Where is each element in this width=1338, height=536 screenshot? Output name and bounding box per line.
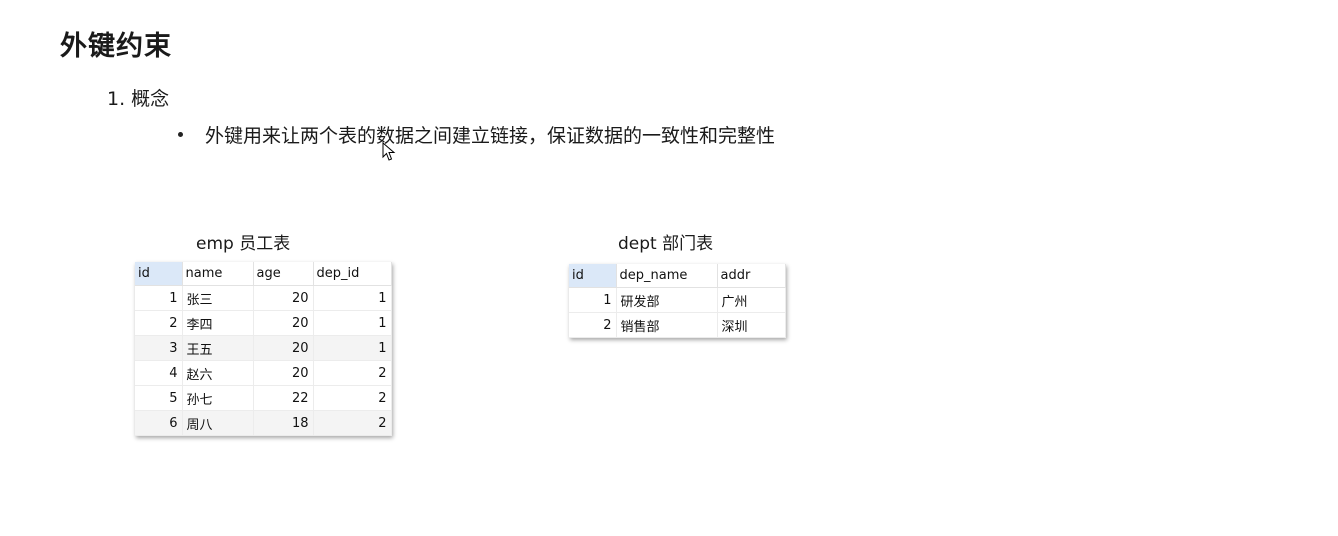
dept-table-header-dep-name: dep_name bbox=[616, 264, 718, 288]
bullet-text: 外键用来让两个表的数据之间建立链接，保证数据的一致性和完整性 bbox=[205, 125, 776, 147]
bullet-item: 外键用来让两个表的数据之间建立链接，保证数据的一致性和完整性 bbox=[178, 121, 775, 148]
emp-table-header-dep-id: dep_id bbox=[313, 262, 392, 286]
table-cell-age: 20 bbox=[253, 335, 314, 361]
bullet-dot-icon bbox=[178, 132, 183, 137]
slide-title: 外键约束 bbox=[60, 31, 172, 62]
emp-table-header-age: age bbox=[253, 262, 314, 286]
table-cell-id: 5 bbox=[135, 385, 183, 411]
table-cell-id: 3 bbox=[135, 335, 183, 361]
table-cell-dep-id: 2 bbox=[313, 385, 392, 411]
emp-table-header-id: id bbox=[135, 262, 183, 286]
table-row: 2 李四 20 1 bbox=[135, 310, 392, 336]
table-cell-dep-name: 研发部 bbox=[616, 287, 718, 313]
table-cell-id: 4 bbox=[135, 360, 183, 386]
table-cell-name: 王五 bbox=[182, 335, 254, 361]
dept-table-header-id: id bbox=[569, 264, 617, 288]
table-row: 6 周八 18 2 bbox=[135, 410, 392, 436]
table-cell-dep-id: 2 bbox=[313, 360, 392, 386]
table-cell-dep-id: 1 bbox=[313, 285, 392, 311]
table-cell-id: 1 bbox=[135, 285, 183, 311]
table-cell-dep-id: 2 bbox=[313, 410, 392, 436]
table-cell-id: 6 bbox=[135, 410, 183, 436]
table-row: 4 赵六 20 2 bbox=[135, 360, 392, 386]
table-cell-age: 20 bbox=[253, 285, 314, 311]
table-cell-name: 周八 bbox=[182, 410, 254, 436]
table-row: 5 孙七 22 2 bbox=[135, 385, 392, 411]
table-row: 1 张三 20 1 bbox=[135, 285, 392, 311]
table-cell-dep-id: 1 bbox=[313, 310, 392, 336]
dept-table-header-addr: addr bbox=[717, 264, 786, 288]
table-cell-age: 18 bbox=[253, 410, 314, 436]
table-cell-age: 22 bbox=[253, 385, 314, 411]
table-cell-addr: 广州 bbox=[717, 287, 786, 313]
table-row: 2 销售部 深圳 bbox=[569, 312, 786, 338]
table-row: 1 研发部 广州 bbox=[569, 287, 786, 313]
table-row: 3 王五 20 1 bbox=[135, 335, 392, 361]
table-cell-age: 20 bbox=[253, 310, 314, 336]
table-cell-id: 2 bbox=[569, 312, 617, 338]
emp-table-caption: emp 员工表 bbox=[196, 234, 291, 254]
table-cell-name: 赵六 bbox=[182, 360, 254, 386]
table-cell-name: 李四 bbox=[182, 310, 254, 336]
table-cell-id: 1 bbox=[569, 287, 617, 313]
dept-table-caption: dept 部门表 bbox=[618, 234, 714, 254]
table-cell-name: 张三 bbox=[182, 285, 254, 311]
dept-table: id dep_name addr 1 研发部 广州 2 销售部 深圳 bbox=[569, 264, 786, 338]
emp-table-header-name: name bbox=[182, 262, 254, 286]
emp-table: id name age dep_id 1 张三 20 1 2 李四 20 1 3 王五 20 1 4 赵六 20 2… bbox=[135, 262, 392, 436]
table-cell-addr: 深圳 bbox=[717, 312, 786, 338]
table-cell-id: 2 bbox=[135, 310, 183, 336]
table-cell-name: 孙七 bbox=[182, 385, 254, 411]
table-cell-dep-name: 销售部 bbox=[616, 312, 718, 338]
arrow-cursor-icon bbox=[382, 142, 396, 161]
table-cell-age: 20 bbox=[253, 360, 314, 386]
section-heading: 1. 概念 bbox=[107, 88, 170, 110]
table-cell-dep-id: 1 bbox=[313, 335, 392, 361]
